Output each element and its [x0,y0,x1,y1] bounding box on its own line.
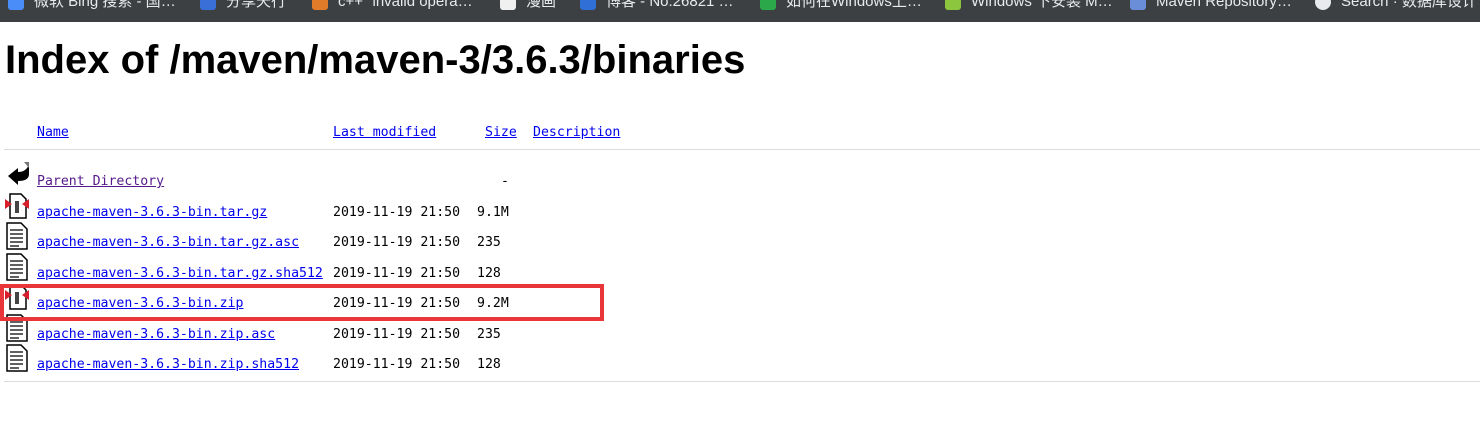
compressed-file-icon [5,193,29,219]
bookmarks-bar: 微软 Bing 搜索 - 国… 分享天行 c++ "invalid opera…… [0,0,1480,22]
file-link[interactable]: apache-maven-3.6.3-bin.zip [37,296,243,311]
file-size: 128 [477,357,501,372]
file-link[interactable]: apache-maven-3.6.3-bin.tar.gz.asc [37,235,299,250]
footer-divider [4,381,1480,382]
bookmark-6[interactable]: Windows 下安装 M… [945,0,1113,13]
text-file-icon [6,344,28,372]
file-size: 9.1M [477,205,509,220]
text-file-icon [6,222,28,250]
column-header-name[interactable]: Name [37,125,69,140]
github-icon [1315,0,1331,11]
file-modified: 2019-11-19 21:50 [333,327,461,342]
compressed-file-icon [5,284,29,310]
file-modified: 2019-11-19 21:50 [333,357,461,372]
orange-doc-icon [312,0,328,11]
column-header-size[interactable]: Size [485,125,517,140]
bookmark-1[interactable]: 分享天行 [200,0,286,13]
file-link[interactable]: apache-maven-3.6.3-bin.zip.sha512 [37,357,299,372]
white-doc-icon [500,0,516,11]
bookmark-4[interactable]: 博客 - No.26821 … [580,0,734,13]
green-app-icon [760,0,776,11]
text-file-icon [6,314,28,342]
file-modified: 2019-11-19 21:50 [333,205,461,220]
bookmark-5[interactable]: 如何在Windows上… [760,0,922,13]
file-modified: 2019-11-19 21:50 [333,296,461,311]
bookmark-8[interactable]: Search · 数据库设计 [1315,0,1477,13]
file-modified: 2019-11-19 21:50 [333,235,461,250]
bing-icon [8,0,24,11]
text-file-icon [6,253,28,281]
file-size: 235 [477,327,501,342]
bookmark-0[interactable]: 微软 Bing 搜索 - 国… [8,0,176,13]
file-size: 128 [477,266,501,281]
file-size: 9.2M [477,296,509,311]
blue-app-icon [200,0,216,11]
column-header-description[interactable]: Description [533,125,620,140]
file-link[interactable]: apache-maven-3.6.3-bin.tar.gz [37,205,267,220]
parent-directory-link[interactable]: Parent Directory [37,174,164,189]
file-size: 235 [477,235,501,250]
parent-size: - [501,174,509,189]
maven-icon [1130,0,1146,11]
bookmark-7[interactable]: Maven Repository… [1130,0,1292,13]
header-divider [4,149,1480,150]
file-link[interactable]: apache-maven-3.6.3-bin.tar.gz.sha512 [37,266,323,281]
bookmark-3[interactable]: 漫画 [500,0,556,13]
file-link[interactable]: apache-maven-3.6.3-bin.zip.asc [37,327,275,342]
blog-icon [580,0,596,11]
file-modified: 2019-11-19 21:50 [333,266,461,281]
page-title: Index of /maven/maven-3/3.6.3/binaries [5,38,746,82]
green-app-icon [945,0,961,11]
back-arrow-icon [8,162,29,185]
bookmark-2[interactable]: c++ "invalid opera… [312,0,473,13]
column-header-last-modified[interactable]: Last modified [333,125,436,140]
